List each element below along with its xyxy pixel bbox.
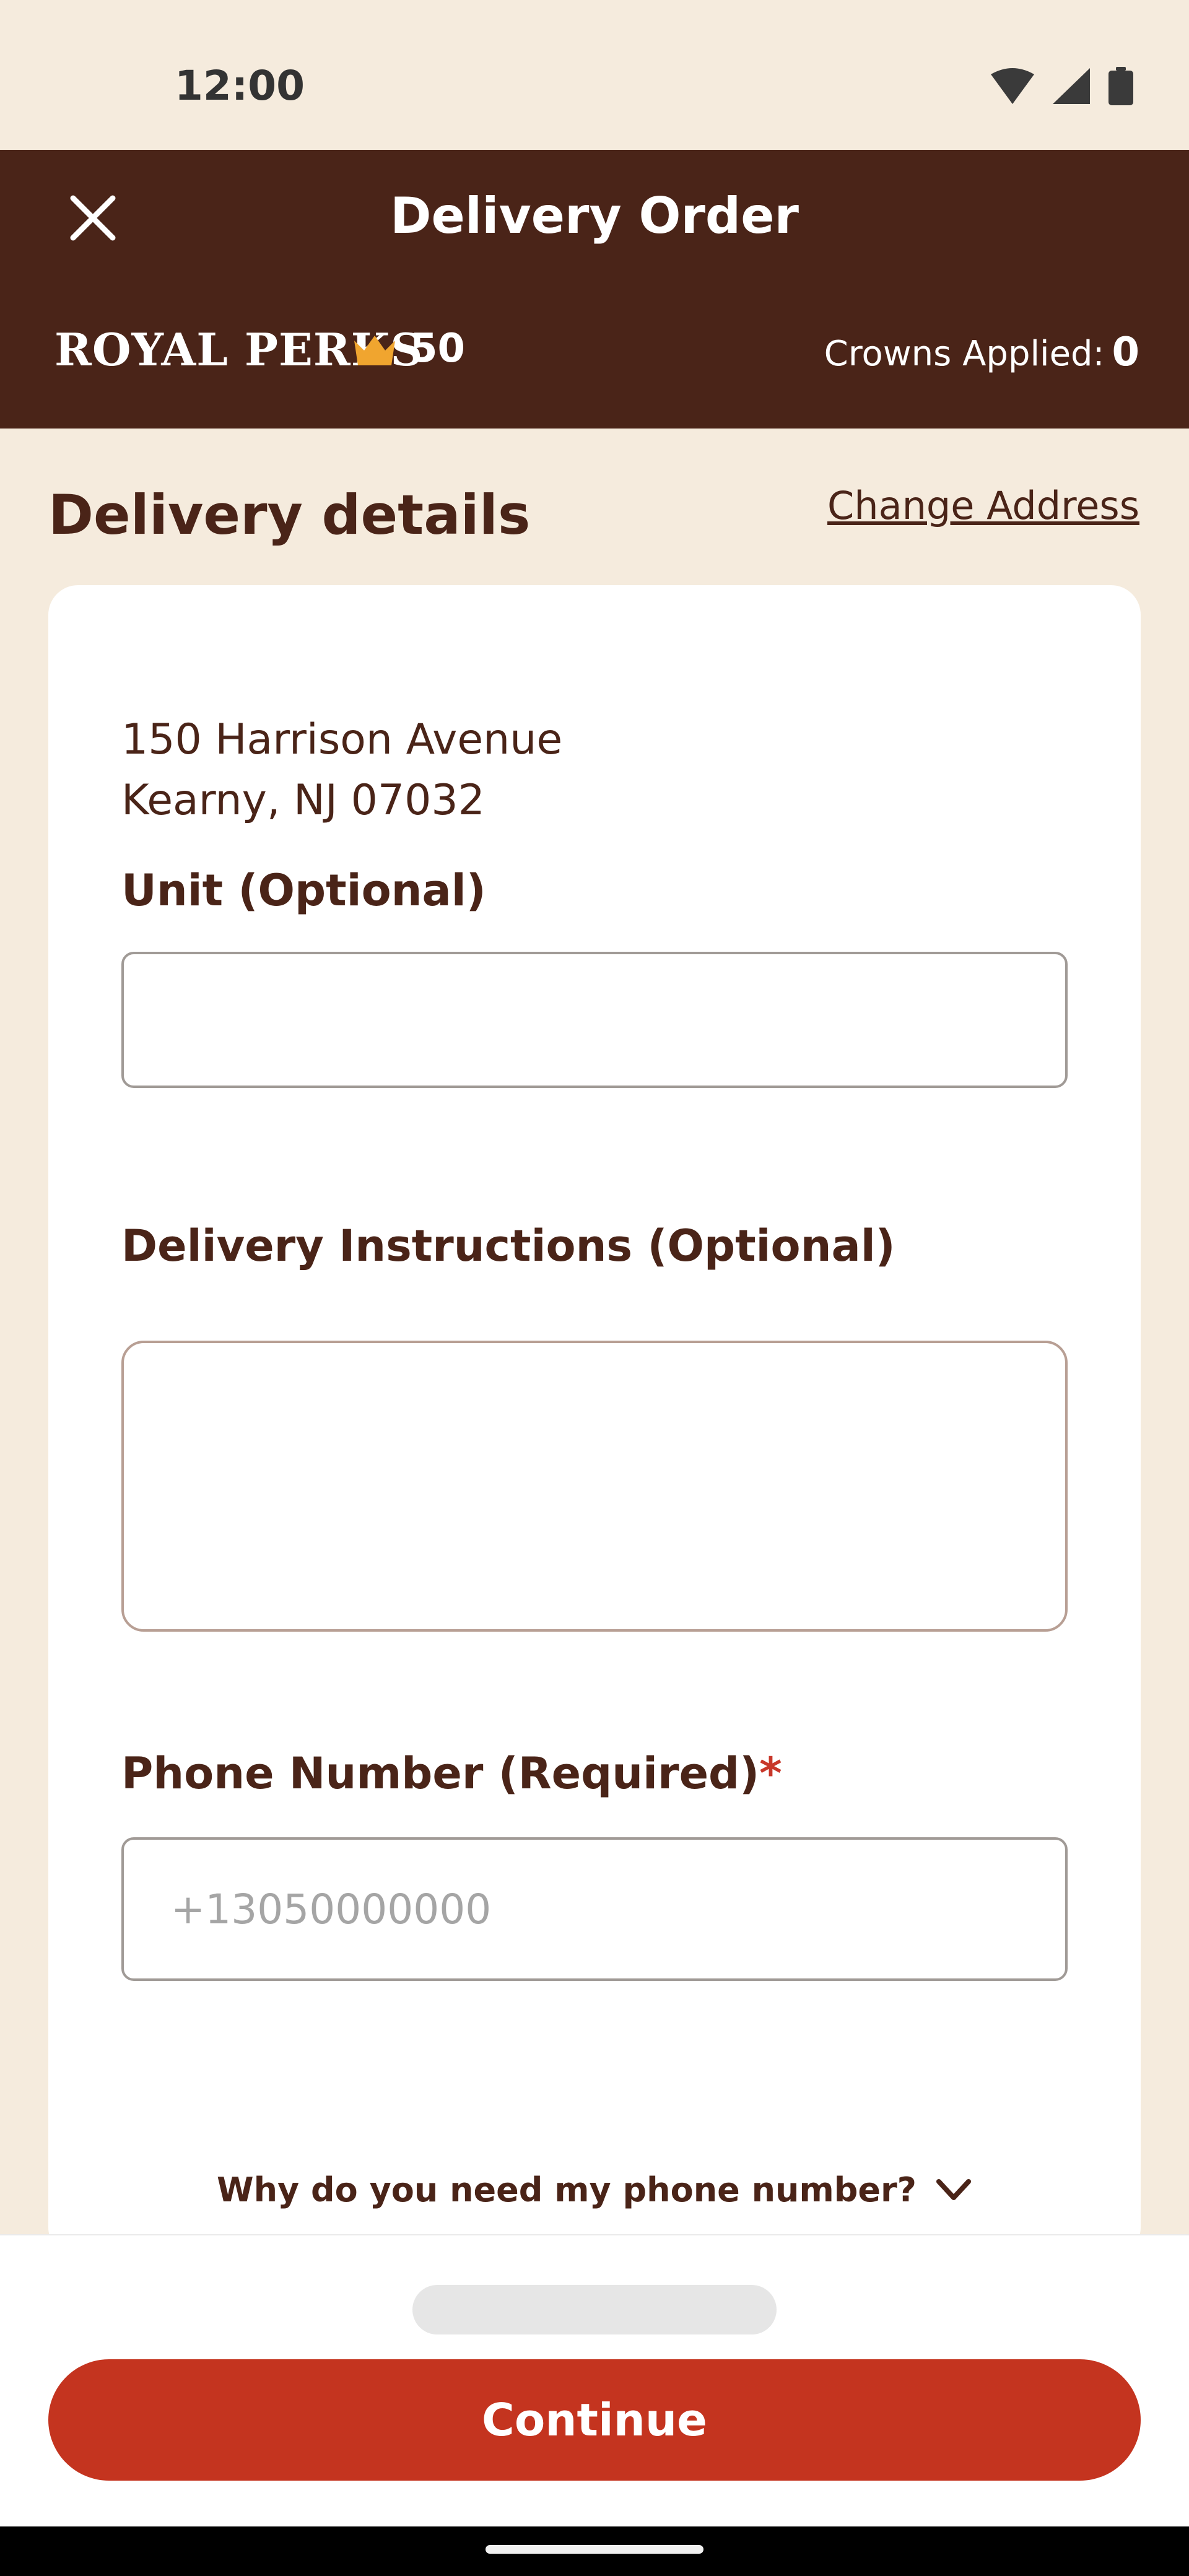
address-line-1: 150 Harrison Avenue — [121, 715, 563, 764]
page-title: Delivery Order — [390, 187, 799, 245]
unit-input[interactable] — [124, 954, 1065, 1086]
chevron-down-icon — [936, 2178, 971, 2200]
delivery-details-title: Delivery details — [48, 483, 531, 547]
phone-field[interactable] — [121, 1837, 1068, 1981]
crowns-applied: Crowns Applied: 0 — [824, 329, 1139, 375]
perks-points: 50 — [410, 326, 466, 372]
royal-perks-bar: ROYAL PERKS 50 Crowns Applied: 0 — [0, 317, 1189, 398]
crowns-applied-label: Crowns Applied: — [824, 334, 1105, 374]
phone-input[interactable] — [124, 1840, 1065, 1978]
required-marker: * — [759, 1748, 782, 1799]
battery-icon — [1108, 67, 1133, 105]
system-nav-bar — [0, 2526, 1189, 2576]
address-line-2: Kearny, NJ 07032 — [121, 776, 485, 825]
phone-label: Phone Number (Required)* — [121, 1748, 782, 1799]
why-phone-toggle[interactable]: Why do you need my phone number? — [48, 2170, 1141, 2209]
signal-icon — [1053, 68, 1090, 104]
unit-label: Unit (Optional) — [121, 865, 486, 916]
continue-button[interactable]: Continue — [48, 2359, 1141, 2481]
status-time: 12:00 — [175, 62, 305, 110]
instructions-field[interactable] — [121, 1341, 1068, 1632]
app-header: Delivery Order ROYAL PERKS 50 Crowns App… — [0, 150, 1189, 429]
delivery-card: 150 Harrison Avenue Kearny, NJ 07032 Uni… — [48, 585, 1141, 2257]
home-handle[interactable] — [486, 2545, 703, 2554]
phone-label-text: Phone Number (Required) — [121, 1748, 760, 1799]
status-icons — [991, 67, 1133, 105]
loading-placeholder — [412, 2285, 777, 2334]
change-address-link[interactable]: Change Address — [827, 483, 1139, 528]
why-phone-label: Why do you need my phone number? — [217, 2170, 917, 2209]
instructions-textarea[interactable] — [124, 1343, 1065, 1629]
bottom-panel: Continue — [0, 2234, 1189, 2526]
unit-field[interactable] — [121, 952, 1068, 1088]
wifi-icon — [991, 68, 1034, 104]
instructions-label: Delivery Instructions (Optional) — [121, 1221, 895, 1271]
crowns-applied-value: 0 — [1112, 329, 1139, 375]
crown-icon — [354, 336, 395, 365]
status-bar: 12:00 — [0, 0, 1189, 150]
